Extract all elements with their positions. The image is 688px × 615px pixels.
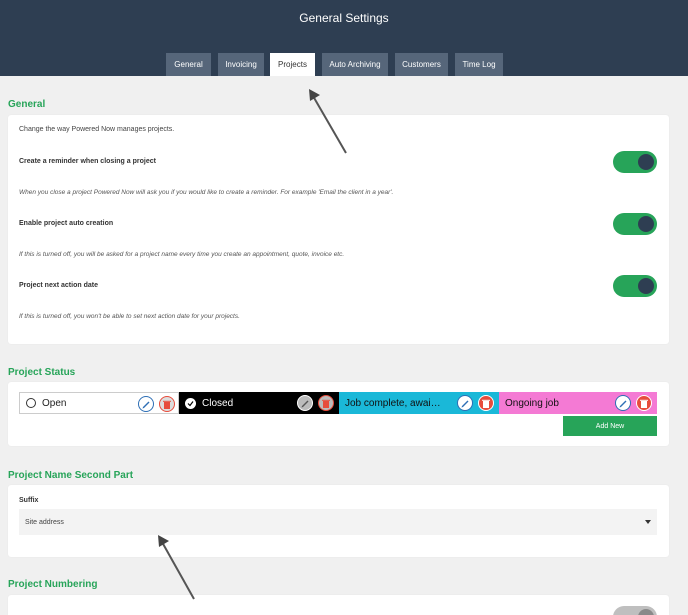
suffix-value: Site address: [25, 518, 64, 526]
tab-general[interactable]: General: [166, 53, 211, 76]
setting-label-auto-creation: Enable project auto creation: [19, 220, 114, 227]
toggle-knob: [638, 609, 654, 615]
toggle-numbering[interactable]: [613, 606, 657, 615]
status-chip-ongoing[interactable]: Ongoing job: [499, 392, 657, 414]
toggle-knob: [638, 278, 654, 294]
section-title-project-status: Project Status: [8, 367, 76, 378]
section-title-name-second-part: Project Name Second Part: [8, 470, 134, 481]
tab-time-log[interactable]: Time Log: [455, 53, 503, 76]
name-second-part-card: Suffix Site address: [8, 485, 669, 557]
tab-projects[interactable]: Projects: [270, 53, 315, 76]
edit-pencil-icon[interactable]: [297, 395, 313, 411]
tab-bar: General Invoicing Projects Auto Archivin…: [0, 53, 688, 76]
tab-invoicing[interactable]: Invoicing: [218, 53, 264, 76]
status-label: Open: [42, 397, 67, 409]
toggle-knob: [638, 154, 654, 170]
edit-pencil-icon[interactable]: [615, 395, 631, 411]
numbering-card: [8, 595, 669, 615]
chevron-down-icon: [645, 520, 651, 524]
setting-label-next-action: Project next action date: [19, 282, 98, 289]
status-chip-open[interactable]: Open: [19, 392, 179, 414]
edit-pencil-icon[interactable]: [138, 396, 154, 412]
tab-customers[interactable]: Customers: [395, 53, 448, 76]
circle-icon: [26, 398, 36, 408]
toggle-next-action[interactable]: [613, 275, 657, 297]
section-title-numbering: Project Numbering: [8, 579, 98, 590]
general-intro: Change the way Powered Now manages proje…: [19, 126, 175, 133]
general-card: Change the way Powered Now manages proje…: [8, 115, 669, 344]
status-chip-job-complete[interactable]: Job complete, awaiting...: [339, 392, 499, 414]
project-status-card: Open Closed Job complete, awaiting... On…: [8, 382, 669, 446]
setting-label-reminder: Create a reminder when closing a project: [19, 158, 156, 165]
section-title-general: General: [8, 99, 46, 110]
status-label: Ongoing job: [505, 397, 559, 409]
delete-trash-icon[interactable]: [318, 395, 334, 411]
delete-trash-icon[interactable]: [159, 396, 175, 412]
edit-pencil-icon[interactable]: [457, 395, 473, 411]
delete-trash-icon[interactable]: [636, 395, 652, 411]
toggle-reminder[interactable]: [613, 151, 657, 173]
status-chip-closed[interactable]: Closed: [179, 392, 339, 414]
suffix-select[interactable]: Site address: [19, 509, 657, 535]
delete-trash-icon[interactable]: [478, 395, 494, 411]
status-label: Job complete, awaiting...: [345, 397, 441, 409]
page-title: General Settings: [299, 11, 389, 25]
suffix-label: Suffix: [19, 497, 39, 504]
setting-help-reminder: When you close a project Powered Now wil…: [19, 189, 394, 196]
header-bar: General Settings General Invoicing Proje…: [0, 0, 688, 76]
toggle-auto-creation[interactable]: [613, 213, 657, 235]
add-status-button[interactable]: Add New: [563, 416, 657, 436]
setting-help-next-action: If this is turned off, you won't be able…: [19, 313, 240, 320]
check-circle-icon: [185, 397, 196, 409]
toggle-knob: [638, 216, 654, 232]
setting-help-auto-creation: If this is turned off, you will be asked…: [19, 251, 345, 258]
tab-auto-archiving[interactable]: Auto Archiving: [322, 53, 388, 76]
